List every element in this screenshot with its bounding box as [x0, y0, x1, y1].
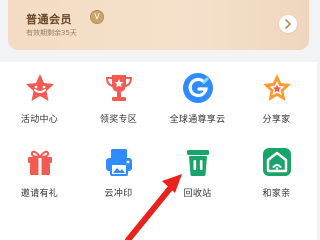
- share-star-icon: [263, 74, 291, 101]
- grid-item-global-cloud[interactable]: 全球通尊享云: [158, 68, 237, 144]
- gift-icon: [28, 150, 52, 175]
- recycle-bin-icon: [187, 150, 209, 176]
- grid-item-label: 回收站: [183, 189, 212, 199]
- trophy-icon: [105, 75, 133, 101]
- feature-grid: 活动中心 领奖专区 全球通尊享云 分享家 邀请有礼 云冲印 回收站 和家亲: [0, 62, 317, 240]
- chevron-right-icon[interactable]: [279, 15, 297, 33]
- grid-item-label: 活动中心: [20, 115, 59, 125]
- vip-badge-icon: V: [90, 10, 104, 24]
- global-cloud-icon: [183, 73, 213, 103]
- grid-item-label: 全球通尊享云: [169, 115, 226, 125]
- activity-center-icon: [26, 74, 54, 101]
- membership-title: 普通会员: [26, 13, 72, 26]
- membership-banner[interactable]: 普通会员 V 有效期剩余35天: [8, 0, 309, 50]
- grid-item-rewards[interactable]: 领奖专区: [79, 68, 158, 144]
- grid-item-label: 分享家: [262, 115, 291, 125]
- grid-item-label: 云冲印: [104, 189, 133, 199]
- grid-item-label: 领奖专区: [99, 115, 138, 125]
- grid-item-photo-print[interactable]: 云冲印: [79, 142, 158, 218]
- photo-print-icon: [106, 149, 132, 176]
- grid-item-recycle-bin[interactable]: 回收站: [158, 142, 237, 218]
- family-home-icon: [263, 148, 291, 176]
- membership-expiry: 有效期剩余35天: [26, 29, 77, 37]
- grid-item-label: 邀请有礼: [20, 189, 59, 199]
- grid-item-invite-gift[interactable]: 邀请有礼: [0, 142, 79, 218]
- grid-item-share-family[interactable]: 分享家: [237, 68, 316, 144]
- grid-item-label: 和家亲: [262, 189, 291, 199]
- grid-item-family-home[interactable]: 和家亲: [237, 142, 316, 218]
- grid-item-activity-center[interactable]: 活动中心: [0, 68, 79, 144]
